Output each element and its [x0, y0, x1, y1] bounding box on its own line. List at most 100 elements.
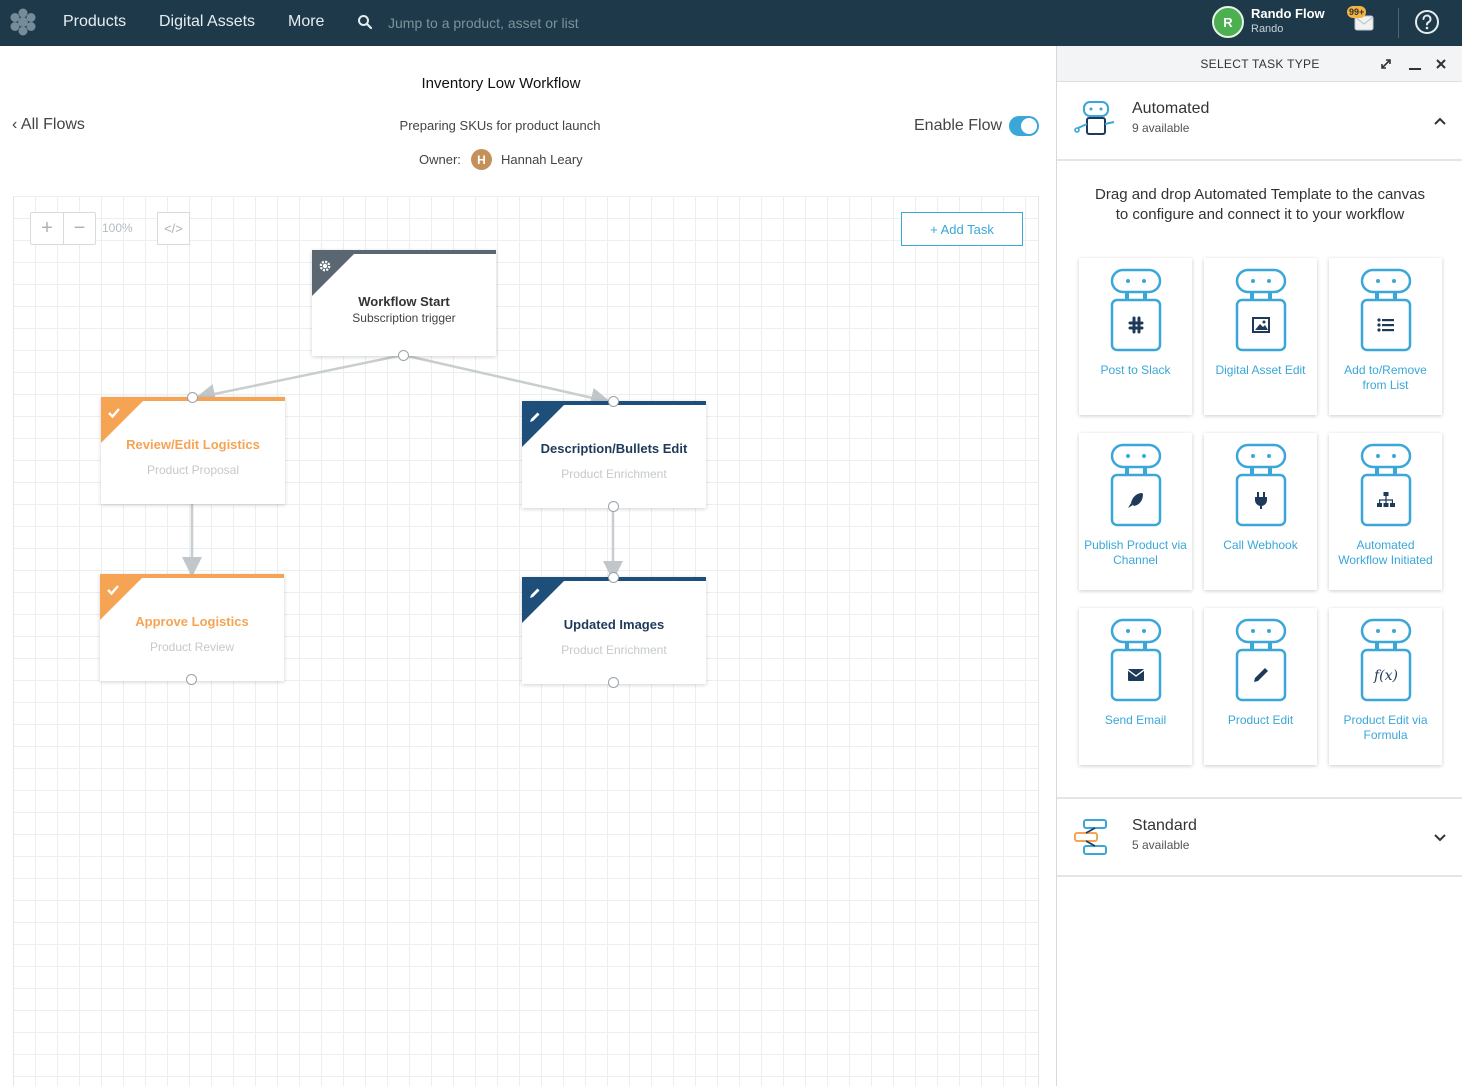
template-card[interactable]: Digital Asset Edit — [1204, 258, 1317, 415]
template-card-label: Product Edit via Formula — [1343, 713, 1428, 742]
search-input[interactable] — [380, 10, 680, 36]
pencil-icon — [530, 412, 540, 422]
node-subtitle: Product Review — [149, 640, 235, 654]
owner-avatar: H — [471, 149, 492, 170]
robot-icon — [1074, 101, 1115, 135]
top-nav: Products Digital Assets More R Rando Flo… — [0, 0, 1462, 46]
node-workflow-start[interactable]: Workflow Start Subscription trigger — [312, 250, 496, 356]
svg-text:f(x): f(x) — [1373, 668, 1398, 684]
template-card[interactable]: Publish Product via Channel — [1079, 433, 1192, 590]
section-standard[interactable]: Standard 5 available — [1057, 797, 1462, 877]
node-port[interactable] — [608, 677, 619, 688]
toggle-knob — [1021, 118, 1037, 134]
code-view-button[interactable]: </> — [157, 212, 190, 245]
template-card-label: Automated Workflow Initiated — [1338, 538, 1433, 567]
panel-title: SELECT TASK TYPE — [1200, 57, 1320, 71]
template-card-label: Send Email — [1104, 713, 1167, 727]
node-port[interactable] — [398, 350, 409, 361]
minimize-icon[interactable] — [1408, 57, 1422, 71]
standard-tasks-icon — [1074, 819, 1107, 855]
template-card-label: Add to/Remove from List — [1344, 363, 1427, 392]
template-card[interactable]: Product Edit — [1204, 608, 1317, 765]
gear-icon — [319, 260, 331, 272]
node-port[interactable] — [187, 392, 198, 403]
rocket-icon — [1110, 443, 1162, 527]
template-card-label: Call Webhook — [1223, 538, 1298, 552]
section-count: 5 available — [1132, 838, 1190, 852]
template-card[interactable]: f(x) Product Edit via Formula — [1329, 608, 1442, 765]
pencil-icon — [530, 588, 540, 598]
section-automated[interactable]: Automated 9 available — [1057, 82, 1462, 161]
node-updated-images[interactable]: Updated Images Product Enrichment — [522, 577, 706, 684]
pencil-icon — [1235, 618, 1287, 702]
node-description-bullets-edit[interactable]: Description/Bullets Edit Product Enrichm… — [522, 401, 706, 508]
formula-icon: f(x) — [1360, 618, 1412, 702]
zoom-level: 100% — [102, 221, 133, 235]
node-port[interactable] — [186, 674, 197, 685]
template-card[interactable]: Automated Workflow Initiated — [1329, 433, 1442, 590]
panel-header: SELECT TASK TYPE — [1057, 46, 1462, 82]
nav-products[interactable]: Products — [63, 13, 126, 31]
node-title: Review/Edit Logistics — [126, 437, 260, 452]
template-card[interactable]: Send Email — [1079, 608, 1192, 765]
template-card-label: Post to Slack — [1100, 363, 1171, 377]
node-port[interactable] — [608, 501, 619, 512]
check-icon — [108, 408, 120, 419]
node-port[interactable] — [608, 396, 619, 407]
search-icon — [358, 15, 373, 30]
flow-description: Preparing SKUs for product launch — [399, 118, 601, 133]
envelope-icon — [1110, 618, 1162, 702]
enable-flow-label: Enable Flow — [914, 117, 1003, 134]
chevron-up-icon[interactable] — [1433, 114, 1447, 128]
section-title: Standard — [1132, 817, 1197, 834]
user-org: Rando — [1251, 23, 1284, 35]
node-title: Workflow Start — [358, 294, 450, 309]
add-task-button[interactable]: + Add Task — [901, 212, 1023, 246]
close-icon[interactable] — [1434, 57, 1448, 71]
app-logo-icon[interactable] — [8, 7, 38, 37]
plug-icon — [1235, 443, 1287, 527]
nav-more[interactable]: More — [288, 13, 324, 31]
section-count: 9 available — [1132, 121, 1190, 135]
owner-name: Hannah Leary — [501, 152, 583, 167]
template-card-label: Digital Asset Edit — [1215, 363, 1306, 377]
template-card[interactable]: Call Webhook — [1204, 433, 1317, 590]
page-title: Inventory Low Workflow — [421, 75, 581, 92]
zoom-out-button[interactable]: − — [63, 213, 95, 244]
node-subtitle: Product Enrichment — [561, 467, 667, 481]
node-approve-logistics[interactable]: Approve Logistics Product Review — [100, 574, 284, 681]
nav-digital-assets[interactable]: Digital Assets — [159, 13, 255, 31]
slack-icon — [1110, 268, 1162, 352]
node-port[interactable] — [608, 572, 619, 583]
zoom-controls: + − — [30, 212, 96, 245]
check-icon — [107, 585, 119, 596]
template-card[interactable]: Add to/Remove from List — [1329, 258, 1442, 415]
node-review-edit-logistics[interactable]: Review/Edit Logistics Product Proposal — [101, 397, 285, 504]
node-title: Description/Bullets Edit — [540, 441, 688, 456]
notification-badge: 99+ — [1347, 6, 1367, 18]
section-title: Automated — [1132, 100, 1210, 117]
node-subtitle: Product Proposal — [146, 463, 240, 477]
zoom-in-button[interactable]: + — [31, 213, 63, 244]
help-icon[interactable] — [1414, 9, 1440, 35]
nav-divider — [1398, 8, 1399, 38]
node-title: Updated Images — [563, 617, 665, 632]
node-subtitle: Product Enrichment — [561, 643, 667, 657]
chevron-down-icon[interactable] — [1433, 831, 1447, 845]
owner-label: Owner: — [419, 152, 461, 167]
image-icon — [1235, 268, 1287, 352]
drag-hint-line-2: to configure and connect it to your work… — [1115, 206, 1405, 223]
sitemap-icon — [1360, 443, 1412, 527]
template-card[interactable]: Post to Slack — [1079, 258, 1192, 415]
template-card-label: Product Edit — [1227, 713, 1294, 727]
expand-icon[interactable] — [1379, 57, 1393, 71]
user-avatar[interactable]: R — [1212, 6, 1244, 38]
user-name[interactable]: Rando Flow — [1251, 6, 1325, 21]
code-icon: </> — [164, 221, 183, 236]
template-card-label: Publish Product via Channel — [1084, 538, 1187, 567]
node-subtitle: Subscription trigger — [352, 311, 456, 325]
drag-hint: Drag and drop Automated Template to the … — [1057, 185, 1462, 225]
list-icon — [1360, 268, 1412, 352]
node-title: Approve Logistics — [135, 614, 249, 629]
enable-flow-toggle[interactable] — [1009, 116, 1039, 136]
